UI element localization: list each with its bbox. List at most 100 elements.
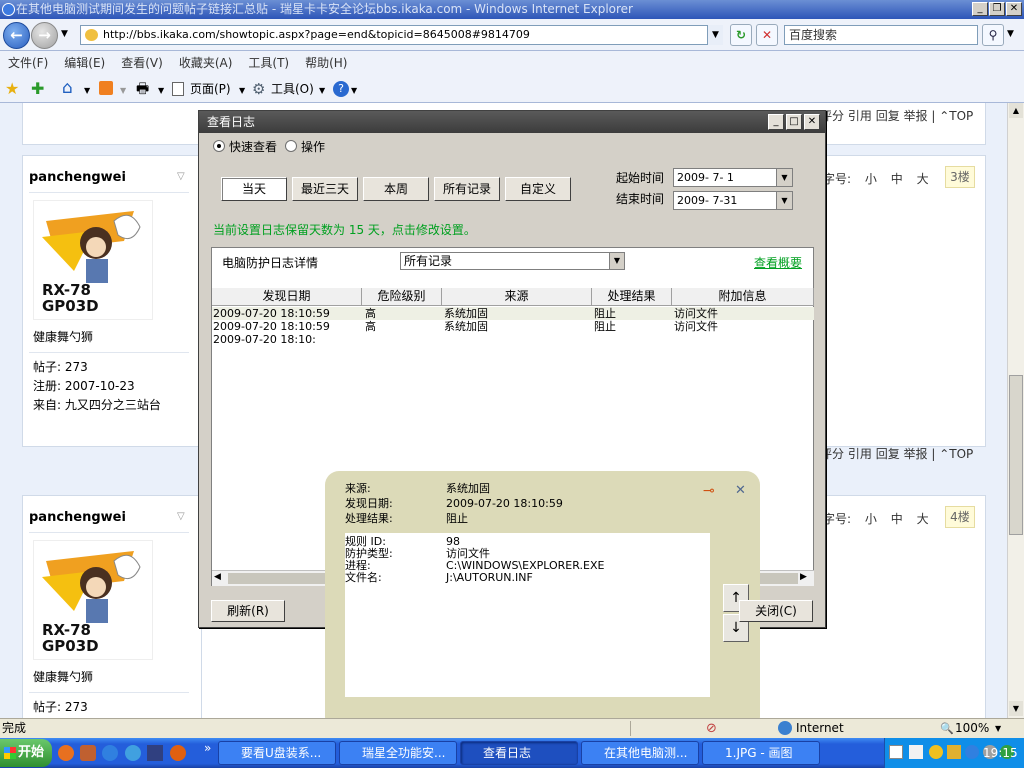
quicklaunch-firefox-icon[interactable] xyxy=(58,745,74,761)
tab-today[interactable]: 当天 xyxy=(221,177,287,201)
task-rising-suite[interactable]: 瑞星全功能安... xyxy=(339,741,457,765)
home-icon[interactable]: ⌂ xyxy=(62,79,73,97)
end-time-picker[interactable]: 2009- 7-31 ▼ xyxy=(673,191,793,210)
refresh-icon[interactable]: ↻ xyxy=(730,24,752,46)
help-dropdown-icon[interactable]: ▼ xyxy=(351,77,357,104)
reply-link[interactable]: 回复 xyxy=(876,109,900,123)
quicklaunch-ie-icon[interactable] xyxy=(102,745,118,761)
print-dropdown-icon[interactable]: ▼ xyxy=(158,77,164,104)
page-scrollbar[interactable]: ▲ ▼ xyxy=(1007,103,1024,718)
tools-dropdown-icon[interactable]: ▼ xyxy=(319,77,325,104)
log-filter-select[interactable]: 所有记录 ▼ xyxy=(400,252,625,270)
quicklaunch-browser-icon[interactable] xyxy=(125,745,141,761)
page-menu-dropdown-icon[interactable]: ▼ xyxy=(239,77,245,104)
operation-radio[interactable] xyxy=(285,140,297,152)
home-dropdown-icon[interactable]: ▼ xyxy=(84,77,90,104)
font-small[interactable]: 小 xyxy=(865,512,877,526)
restore-button[interactable]: ❐ xyxy=(989,2,1005,16)
tab-custom[interactable]: 自定义 xyxy=(505,177,571,201)
popup-close-icon[interactable]: ✕ xyxy=(735,483,746,498)
menu-view[interactable]: 查看(V) xyxy=(121,51,163,75)
font-medium[interactable]: 中 xyxy=(891,172,903,186)
quicklaunch-desktop-icon[interactable] xyxy=(147,745,163,761)
scroll-right-icon[interactable]: ▶ xyxy=(800,572,807,582)
author-menu-icon[interactable]: ▽ xyxy=(177,511,185,522)
search-options-icon[interactable]: ▼ xyxy=(1007,29,1014,39)
forward-button[interactable]: → xyxy=(31,22,58,49)
tab-last-three-days[interactable]: 最近三天 xyxy=(292,177,358,201)
page-menu[interactable]: 页面(P) xyxy=(190,76,231,103)
menu-file[interactable]: 文件(F) xyxy=(8,51,48,75)
tools-menu[interactable]: 工具(O) xyxy=(271,76,314,103)
font-small[interactable]: 小 xyxy=(865,172,877,186)
address-dropdown-icon[interactable]: ▼ xyxy=(707,25,723,45)
tab-all-records[interactable]: 所有记录 xyxy=(434,177,500,201)
dialog-close-button[interactable]: ✕ xyxy=(804,114,820,130)
scroll-left-icon[interactable]: ◀ xyxy=(214,572,221,582)
search-icon[interactable]: ⚲ xyxy=(982,24,1004,46)
start-time-picker[interactable]: 2009- 7- 1 ▼ xyxy=(673,168,793,187)
top-link[interactable]: ⌃TOP xyxy=(939,447,973,461)
post-author[interactable]: panchengwei xyxy=(29,170,126,185)
zoom-dropdown-icon[interactable]: ▼ xyxy=(995,719,1001,738)
history-dropdown-icon[interactable]: ▼ xyxy=(61,29,68,39)
start-time-dropdown-icon[interactable]: ▼ xyxy=(776,169,792,186)
address-input[interactable]: http://bbs.ikaka.com/showtopic.aspx?page… xyxy=(80,25,723,45)
search-input[interactable]: 百度搜索 xyxy=(784,25,978,45)
menu-edit[interactable]: 编辑(E) xyxy=(64,51,105,75)
log-row[interactable]: 2009-07-20 18:10: xyxy=(212,333,814,346)
scroll-down-icon[interactable]: ▼ xyxy=(1009,701,1023,716)
add-favorites-icon[interactable]: ✚ xyxy=(31,80,44,98)
menu-favorites[interactable]: 收藏夹(A) xyxy=(179,51,233,75)
reply-link[interactable]: 回复 xyxy=(876,447,900,461)
log-row[interactable]: 2009-07-20 18:10:59 高系统加固 阻止 访问文件 xyxy=(212,307,814,320)
zoom-level[interactable]: 100% xyxy=(955,719,989,738)
task-paint[interactable]: 1.JPG - 画图 xyxy=(702,741,820,765)
task-forum-ie[interactable]: 在其他电脑测... xyxy=(581,741,699,765)
scroll-thumb[interactable] xyxy=(1009,375,1023,535)
print-icon[interactable]: 🖶 xyxy=(136,80,149,98)
feeds-icon[interactable] xyxy=(99,81,113,95)
quicklaunch-app-icon[interactable] xyxy=(80,745,96,761)
clock[interactable]: 19:15 xyxy=(983,738,1018,768)
post-author[interactable]: panchengwei xyxy=(29,510,126,525)
filter-dropdown-icon[interactable]: ▼ xyxy=(609,253,624,269)
tab-this-week[interactable]: 本周 xyxy=(363,177,429,201)
quote-link[interactable]: 引用 xyxy=(848,447,872,461)
top-link[interactable]: ⌃TOP xyxy=(939,109,973,123)
view-summary-link[interactable]: 查看概要 xyxy=(754,254,802,271)
qq-icon[interactable] xyxy=(929,745,943,759)
close-window-button[interactable]: ✕ xyxy=(1006,2,1022,16)
quick-view-radio[interactable] xyxy=(213,140,225,152)
retention-setting-link[interactable]: 当前设置日志保留天数为 15 天，点击修改设置。 xyxy=(213,221,476,238)
task-view-log[interactable]: 查看日志 xyxy=(460,741,578,765)
keyboard-icon[interactable] xyxy=(889,745,903,759)
network-icon[interactable] xyxy=(965,745,979,759)
minimize-button[interactable]: _ xyxy=(972,2,988,16)
dialog-minimize-button[interactable]: _ xyxy=(768,114,784,130)
report-link[interactable]: 举报 xyxy=(904,447,928,461)
log-row[interactable]: 2009-07-20 18:10:59 高系统加固 阻止 访问文件 xyxy=(212,320,814,333)
font-large[interactable]: 大 xyxy=(917,172,929,186)
feeds-dropdown-icon[interactable]: ▼ xyxy=(120,77,126,104)
refresh-button[interactable]: 刷新(R) xyxy=(211,600,285,622)
end-time-dropdown-icon[interactable]: ▼ xyxy=(776,192,792,209)
start-button[interactable]: 开始 xyxy=(0,739,52,767)
help-icon[interactable]: ? xyxy=(333,81,349,97)
scroll-up-icon[interactable]: ▲ xyxy=(1009,103,1023,118)
menu-help[interactable]: 帮助(H) xyxy=(305,51,347,75)
quicklaunch-media-icon[interactable] xyxy=(170,745,186,761)
col-source[interactable]: 来源 xyxy=(442,288,592,306)
folder-icon[interactable] xyxy=(947,745,961,759)
quicklaunch-expand-icon[interactable]: » xyxy=(204,741,211,755)
col-result[interactable]: 处理结果 xyxy=(592,288,672,306)
dialog-maximize-button[interactable]: □ xyxy=(786,114,802,130)
pin-icon[interactable]: ⊸ xyxy=(703,483,715,499)
quote-link[interactable]: 引用 xyxy=(848,109,872,123)
pen-icon[interactable] xyxy=(909,745,923,759)
stop-icon[interactable]: ✕ xyxy=(756,24,778,46)
col-risk[interactable]: 危险级别 xyxy=(362,288,442,306)
task-usb-article[interactable]: 要看U盘装系... xyxy=(218,741,336,765)
close-button[interactable]: 关闭(C) xyxy=(739,600,813,622)
favorites-star-icon[interactable]: ★ xyxy=(5,80,19,98)
